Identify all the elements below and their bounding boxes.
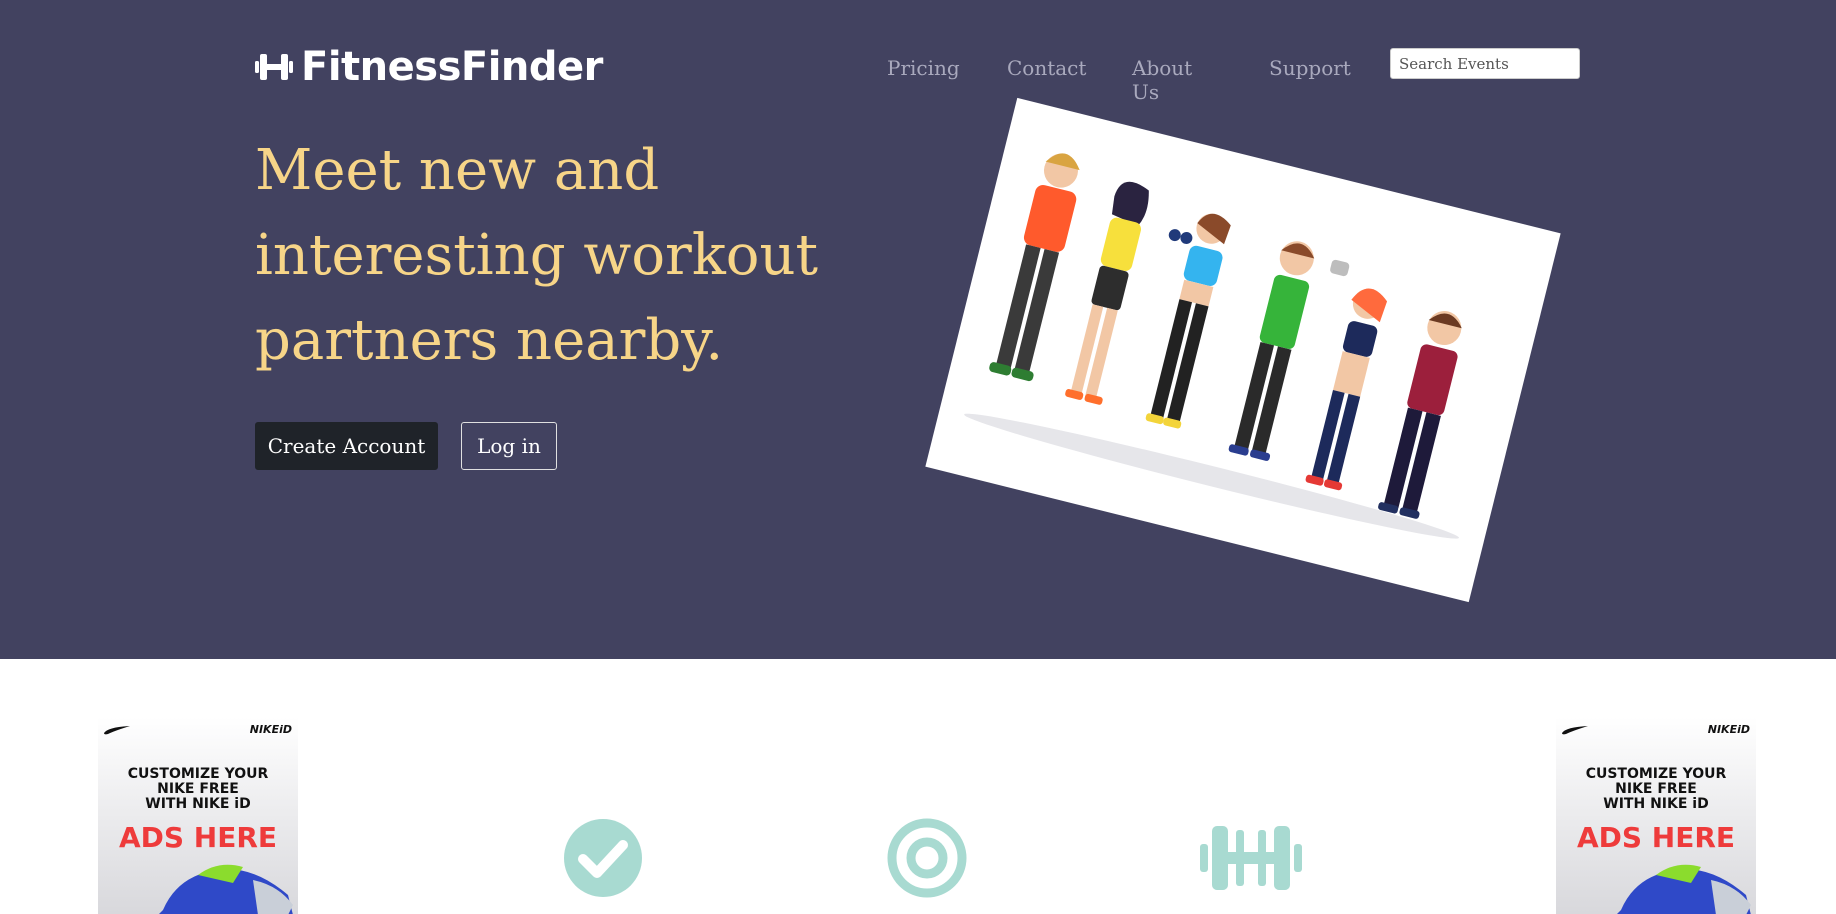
hero-section: FitnessFinder Pricing Contact About Us S… — [0, 0, 1836, 659]
login-button[interactable]: Log in — [461, 422, 557, 470]
bullseye-icon — [887, 818, 967, 898]
nav-link-contact[interactable]: Contact — [1007, 56, 1086, 80]
nav-link-pricing[interactable]: Pricing — [887, 56, 960, 80]
hero-illustration — [925, 97, 1561, 603]
brand-name: FitnessFinder — [301, 44, 603, 90]
ad-brand: NIKEiD — [1707, 723, 1750, 736]
person-5 — [1305, 288, 1388, 491]
nike-swoosh-icon — [1562, 726, 1588, 735]
nav-link-support[interactable]: Support — [1269, 56, 1351, 80]
ad-line-3: WITH NIKE iD — [1603, 796, 1709, 812]
people-exercising-illustration — [964, 153, 1462, 539]
ad-line-3: WITH NIKE iD — [145, 796, 251, 812]
ad-brand: NIKEiD — [249, 723, 292, 736]
person-1 — [989, 153, 1080, 382]
dumbbell-icon — [1200, 826, 1302, 890]
shoe-image — [1617, 864, 1751, 914]
ad-headline: ADS HERE — [1576, 821, 1736, 854]
ad-line-2: NIKE FREE — [1615, 781, 1697, 797]
shoe-image — [159, 864, 293, 914]
ad-banner-left[interactable]: NIKEiD CUSTOMIZE YOUR NIKE FREE WITH NIK… — [98, 717, 298, 914]
headline-line-1: Meet new and — [255, 138, 660, 203]
hero-headline: Meet new and interesting workout partner… — [255, 128, 855, 383]
create-account-button[interactable]: Create Account — [255, 422, 438, 470]
headline-line-2: interesting workout — [255, 223, 819, 288]
nike-swoosh-icon — [104, 726, 130, 735]
person-3 — [1145, 213, 1231, 429]
ad-headline: ADS HERE — [118, 821, 278, 854]
check-circle-icon — [564, 819, 642, 897]
ad-line-1: CUSTOMIZE YOUR — [127, 766, 269, 782]
person-2 — [1065, 181, 1149, 405]
brand-logo[interactable]: FitnessFinder — [255, 44, 603, 90]
ad-banner-right[interactable]: NIKEiD CUSTOMIZE YOUR NIKE FREE WITH NIK… — [1556, 717, 1756, 914]
dumbbell-icon — [255, 54, 293, 80]
ad-line-2: NIKE FREE — [157, 781, 239, 797]
ad-line-1: CUSTOMIZE YOUR — [1585, 766, 1727, 782]
search-events-input[interactable] — [1390, 48, 1580, 79]
nav-link-about-us[interactable]: About Us — [1132, 56, 1192, 104]
person-6 — [1378, 311, 1462, 519]
headline-line-3: partners nearby. — [255, 308, 724, 373]
